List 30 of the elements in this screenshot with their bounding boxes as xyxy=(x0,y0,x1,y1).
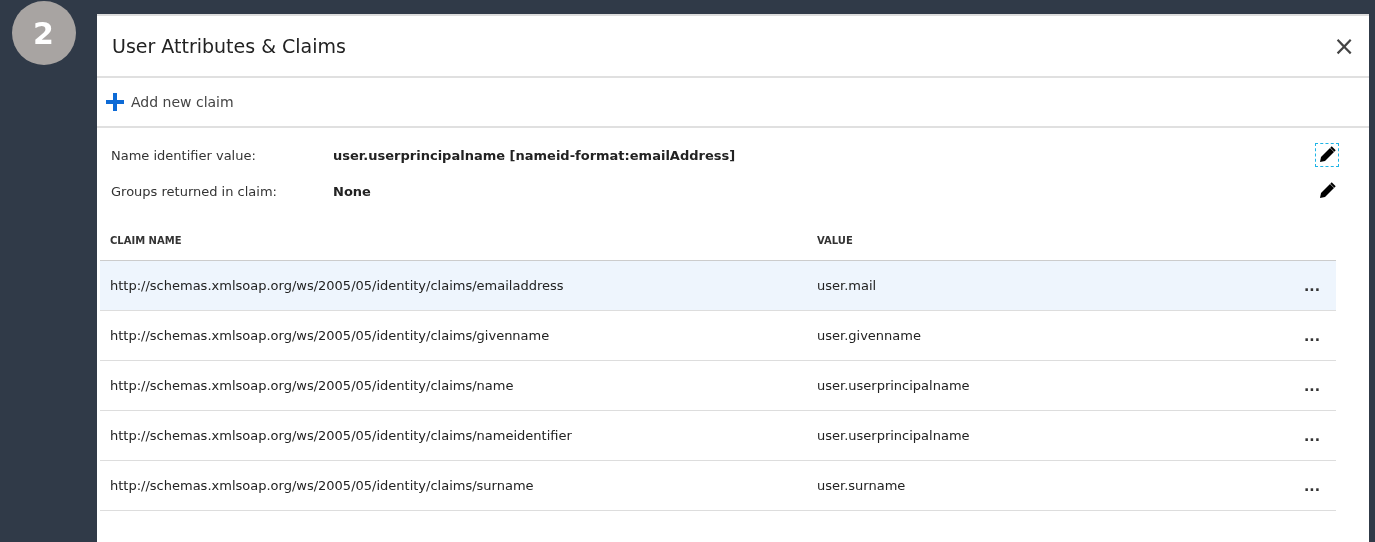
info-label: Groups returned in claim: xyxy=(111,183,278,199)
table-row[interactable]: http://schemas.xmlsoap.org/ws/2005/05/identity/claims/emailaddress user.mail ... xyxy=(100,261,1336,311)
info-label: Name identifier value: xyxy=(111,147,257,163)
value-cell-text: user.mail xyxy=(817,278,878,293)
value-cell-text: user.userprincipalname xyxy=(817,428,971,443)
plus-icon xyxy=(105,92,125,112)
more-button[interactable]: ... xyxy=(1298,476,1326,495)
column-header: CLAIM NAME xyxy=(110,234,183,246)
claim-name-cell-text: http://schemas.xmlsoap.org/ws/2005/05/identity/claims/givenname xyxy=(110,328,551,343)
info-value: user.userprincipalname [nameid-format:emailAddress] xyxy=(333,147,737,163)
more-button[interactable]: ... xyxy=(1298,426,1326,445)
more-button[interactable]: ... xyxy=(1298,276,1326,295)
more-button[interactable]: ... xyxy=(1298,376,1326,395)
pencil-icon xyxy=(1317,181,1337,201)
column-header: VALUE xyxy=(817,234,854,246)
pencil-icon xyxy=(1317,145,1337,165)
panel-title: User Attributes & Claims xyxy=(112,35,346,57)
add-claim-button[interactable]: Add new claim xyxy=(105,92,234,112)
value-cell-text: user.givenname xyxy=(817,328,922,343)
claim-name-cell-text: http://schemas.xmlsoap.org/ws/2005/05/identity/claims/nameidentifier xyxy=(110,428,573,443)
close-button[interactable]: × xyxy=(1329,31,1359,61)
value-cell-text: user.userprincipalname xyxy=(817,378,971,393)
claim-name-cell-text: http://schemas.xmlsoap.org/ws/2005/05/identity/claims/name xyxy=(110,378,515,393)
claim-name-cell-text: http://schemas.xmlsoap.org/ws/2005/05/identity/claims/surname xyxy=(110,478,535,493)
more-button[interactable]: ... xyxy=(1298,326,1326,345)
claim-name-cell-text: http://schemas.xmlsoap.org/ws/2005/05/identity/claims/emailaddress xyxy=(110,278,565,293)
value-cell-text: user.surname xyxy=(817,478,907,493)
info-value: None xyxy=(333,183,372,199)
step-badge: 2 xyxy=(11,1,76,65)
edit-button[interactable] xyxy=(1315,143,1339,167)
